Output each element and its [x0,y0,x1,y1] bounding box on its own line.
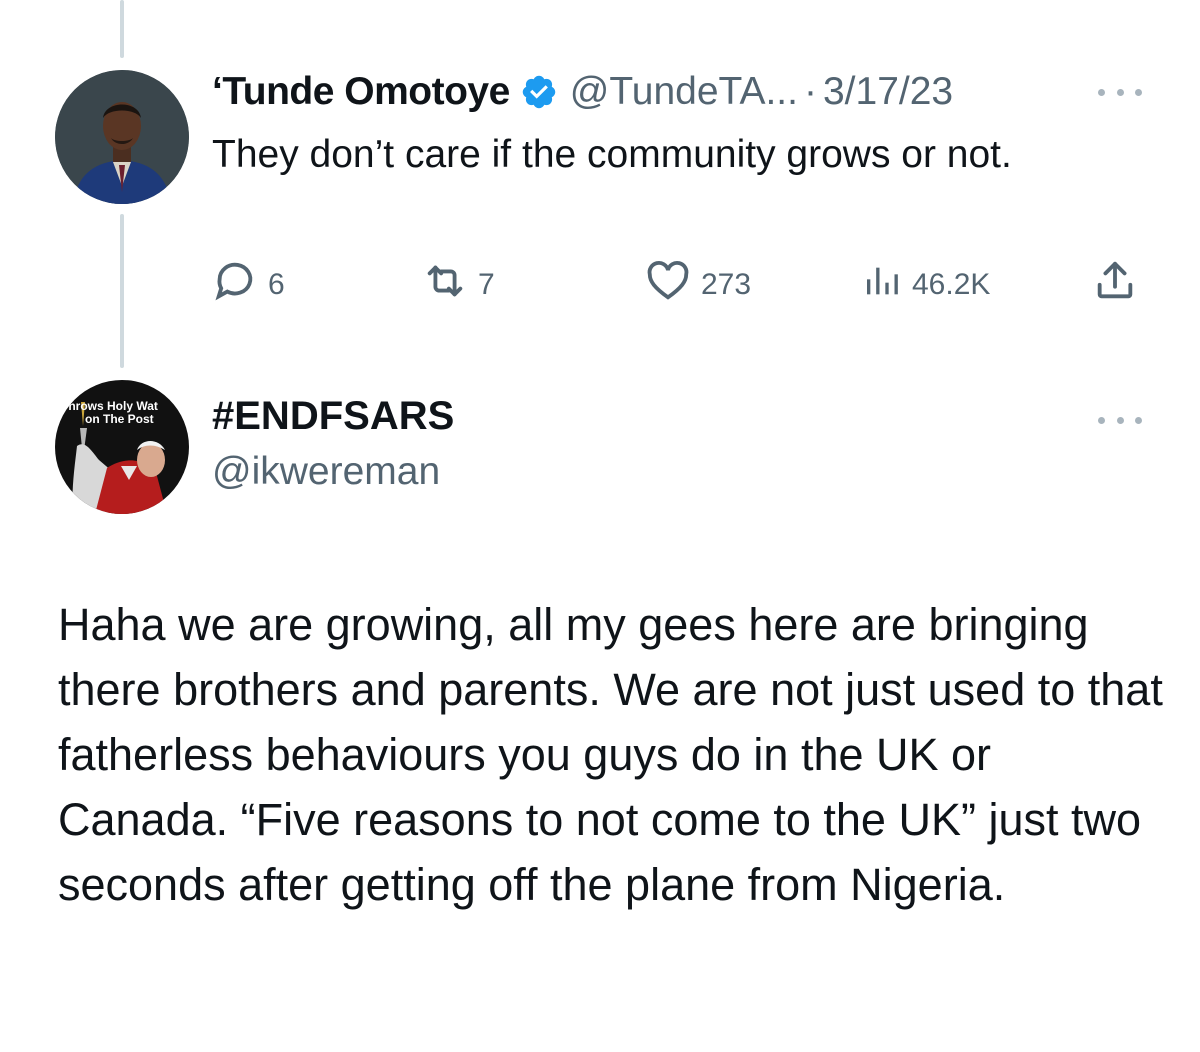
thread-line-top [120,0,124,58]
tweet1-text: They don’t care if the community grows o… [212,133,1012,176]
thread-line-bottom [120,214,124,368]
like-button[interactable]: 273 [645,260,751,310]
reply-count: 6 [268,268,285,301]
more-options-icon[interactable] [1098,414,1142,426]
avatar-caption-line2: on The Post [85,412,154,426]
tweet2-handle[interactable]: @ikwereman [212,450,440,494]
reply-icon [212,258,258,312]
tweet1-display-name[interactable]: ‘Tunde Omotoye [212,70,510,114]
heart-icon [645,258,691,312]
more-options-icon[interactable] [1098,86,1142,98]
tweet1-separator: · [803,70,817,113]
views-count: 46.2K [912,268,991,301]
retweet-icon [422,258,468,312]
tweet1-handle[interactable]: @TundeTA... [570,70,798,114]
avatar-tunde-image [55,70,189,204]
views-button[interactable]: 46.2K [862,260,990,310]
avatar-tunde[interactable] [55,70,189,204]
avatar-ikwereman[interactable]: Throws Holy Wat on The Post [55,380,189,514]
tweet2-text: Haha we are growing, all my gees here ar… [58,599,1163,910]
tweet1-header: ‘Tunde Omotoye @TundeTA... · 3/17/23 [212,66,953,118]
retweet-count: 7 [478,268,495,301]
share-button[interactable] [1092,260,1138,310]
tweet2-display-name[interactable]: #ENDFSARS [212,394,454,439]
reply-button[interactable]: 6 [212,260,285,310]
retweet-button[interactable]: 7 [422,260,495,310]
avatar-caption: Throws Holy Wat on The Post [55,400,189,426]
verified-badge-icon [520,73,558,111]
like-count: 273 [701,268,752,301]
views-icon [862,261,902,309]
share-icon [1092,258,1138,312]
tweet1-date[interactable]: 3/17/23 [823,70,953,114]
